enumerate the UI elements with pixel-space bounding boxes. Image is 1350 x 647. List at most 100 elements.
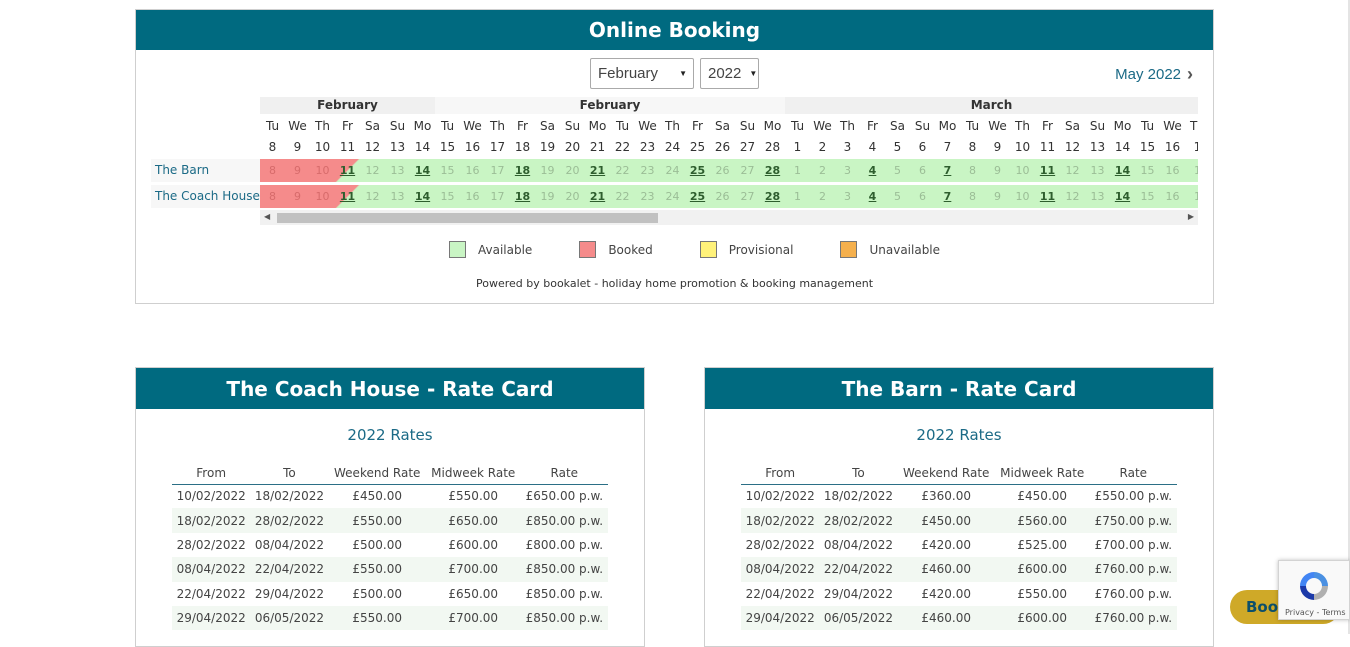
availability-day[interactable]: 3: [835, 185, 860, 208]
availability-day[interactable]: 20: [560, 159, 585, 182]
availability-day[interactable]: 4: [860, 159, 885, 182]
scroll-left-icon[interactable]: ◀: [264, 212, 270, 221]
availability-day[interactable]: 27: [735, 159, 760, 182]
availability-day[interactable]: 3: [835, 159, 860, 182]
availability-day[interactable]: 28: [760, 159, 785, 182]
next-period-link[interactable]: May 2022 ›: [1115, 64, 1193, 85]
month-select[interactable]: February ▼: [590, 58, 694, 89]
availability-day[interactable]: 6: [910, 159, 935, 182]
availability-day[interactable]: 1: [785, 185, 810, 208]
calendar-horizontal-scrollbar[interactable]: ◀ ▶: [260, 210, 1198, 225]
day-number-cell: 2: [818, 140, 827, 154]
availability-day[interactable]: 19: [535, 185, 560, 208]
availability-day[interactable]: 24: [660, 159, 685, 182]
availability-day[interactable]: 7: [935, 159, 960, 182]
availability-day[interactable]: 8: [260, 159, 285, 182]
availability-day[interactable]: 18: [510, 185, 535, 208]
availability-day[interactable]: 27: [735, 185, 760, 208]
scroll-right-icon[interactable]: ▶: [1188, 212, 1194, 221]
availability-day[interactable]: 19: [535, 159, 560, 182]
powered-by-text[interactable]: Powered by bookalet - holiday home promo…: [136, 277, 1213, 290]
availability-day[interactable]: 10: [310, 159, 335, 182]
availability-day[interactable]: 26: [710, 185, 735, 208]
availability-day[interactable]: 8: [960, 159, 985, 182]
availability-day[interactable]: 17: [485, 159, 510, 182]
calendar-grid: February February March Tu We Th Fr Sa Su Mo Tu…: [260, 97, 1198, 227]
availability-day[interactable]: 23: [635, 185, 660, 208]
availability-day[interactable]: 1: [785, 159, 810, 182]
availability-day[interactable]: 14: [410, 159, 435, 182]
availability-day[interactable]: 9: [285, 185, 310, 208]
availability-day[interactable]: 10: [1010, 159, 1035, 182]
availability-day[interactable]: 8: [260, 185, 285, 208]
availability-day[interactable]: 16: [1160, 159, 1185, 182]
availability-day[interactable]: 12: [1060, 185, 1085, 208]
availability-day[interactable]: 25: [685, 185, 710, 208]
legend-label: Provisional: [728, 242, 794, 257]
availability-day[interactable]: 1: [1185, 185, 1198, 208]
availability-day[interactable]: 23: [635, 159, 660, 182]
availability-day[interactable]: 24: [660, 185, 685, 208]
availability-day[interactable]: 13: [385, 185, 410, 208]
availability-day[interactable]: 16: [1160, 185, 1185, 208]
availability-day[interactable]: 13: [1085, 159, 1110, 182]
availability-day[interactable]: 11: [335, 159, 360, 182]
availability-day[interactable]: 17: [485, 185, 510, 208]
availability-day[interactable]: 7: [935, 185, 960, 208]
availability-day[interactable]: 10: [310, 185, 335, 208]
year-select[interactable]: 2022 ▼: [700, 58, 759, 89]
availability-day[interactable]: 16: [460, 159, 485, 182]
availability-day[interactable]: 15: [1135, 159, 1160, 182]
scrollbar-thumb[interactable]: [277, 213, 658, 223]
availability-day[interactable]: 14: [410, 185, 435, 208]
availability-day[interactable]: 9: [985, 159, 1010, 182]
availability-day[interactable]: 20: [560, 185, 585, 208]
availability-day[interactable]: 21: [585, 185, 610, 208]
availability-day[interactable]: 6: [910, 185, 935, 208]
availability-day[interactable]: 2: [810, 185, 835, 208]
availability-day[interactable]: 15: [435, 185, 460, 208]
availability-day[interactable]: 9: [985, 185, 1010, 208]
recaptcha-badge[interactable]: Privacy - Terms: [1278, 560, 1350, 620]
availability-day[interactable]: 9: [285, 159, 310, 182]
availability-day[interactable]: 22: [610, 159, 635, 182]
availability-day[interactable]: 15: [435, 159, 460, 182]
availability-day[interactable]: 10: [1010, 185, 1035, 208]
availability-day[interactable]: 2: [810, 159, 835, 182]
day-number-cell: 15: [439, 140, 456, 154]
legend-booked: Booked: [579, 241, 653, 258]
availability-day[interactable]: 4: [860, 185, 885, 208]
availability-day[interactable]: 18: [510, 159, 535, 182]
availability-day[interactable]: 13: [385, 159, 410, 182]
availability-day[interactable]: 12: [360, 185, 385, 208]
availability-day[interactable]: 11: [1035, 185, 1060, 208]
table-cell: £560.00: [994, 508, 1090, 533]
availability-day[interactable]: 14: [1110, 159, 1135, 182]
availability-day[interactable]: 5: [885, 159, 910, 182]
availability-day[interactable]: 26: [710, 159, 735, 182]
availability-day[interactable]: 12: [360, 159, 385, 182]
table-cell: 28/02/2022: [819, 508, 898, 533]
availability-day[interactable]: 14: [1110, 185, 1135, 208]
property-name-coach-house[interactable]: The Coach House: [151, 185, 260, 208]
availability-day[interactable]: 11: [335, 185, 360, 208]
day-number-cell: 12: [1064, 140, 1081, 154]
availability-day[interactable]: 13: [1085, 185, 1110, 208]
availability-day[interactable]: 1: [1185, 159, 1198, 182]
property-name-barn[interactable]: The Barn: [151, 159, 260, 182]
availability-day[interactable]: 28: [760, 185, 785, 208]
weekday-cell: Mo: [763, 119, 782, 133]
availability-day[interactable]: 21: [585, 159, 610, 182]
day-number-cell: 3: [843, 140, 852, 154]
property-names: The Barn The Coach House: [151, 159, 260, 211]
availability-day[interactable]: 11: [1035, 159, 1060, 182]
rate-year-label: 2022 Rates: [347, 426, 433, 444]
recaptcha-links[interactable]: Privacy - Terms: [1285, 608, 1346, 617]
availability-day[interactable]: 8: [960, 185, 985, 208]
availability-day[interactable]: 25: [685, 159, 710, 182]
availability-day[interactable]: 15: [1135, 185, 1160, 208]
availability-day[interactable]: 5: [885, 185, 910, 208]
availability-day[interactable]: 22: [610, 185, 635, 208]
availability-day[interactable]: 16: [460, 185, 485, 208]
availability-day[interactable]: 12: [1060, 159, 1085, 182]
